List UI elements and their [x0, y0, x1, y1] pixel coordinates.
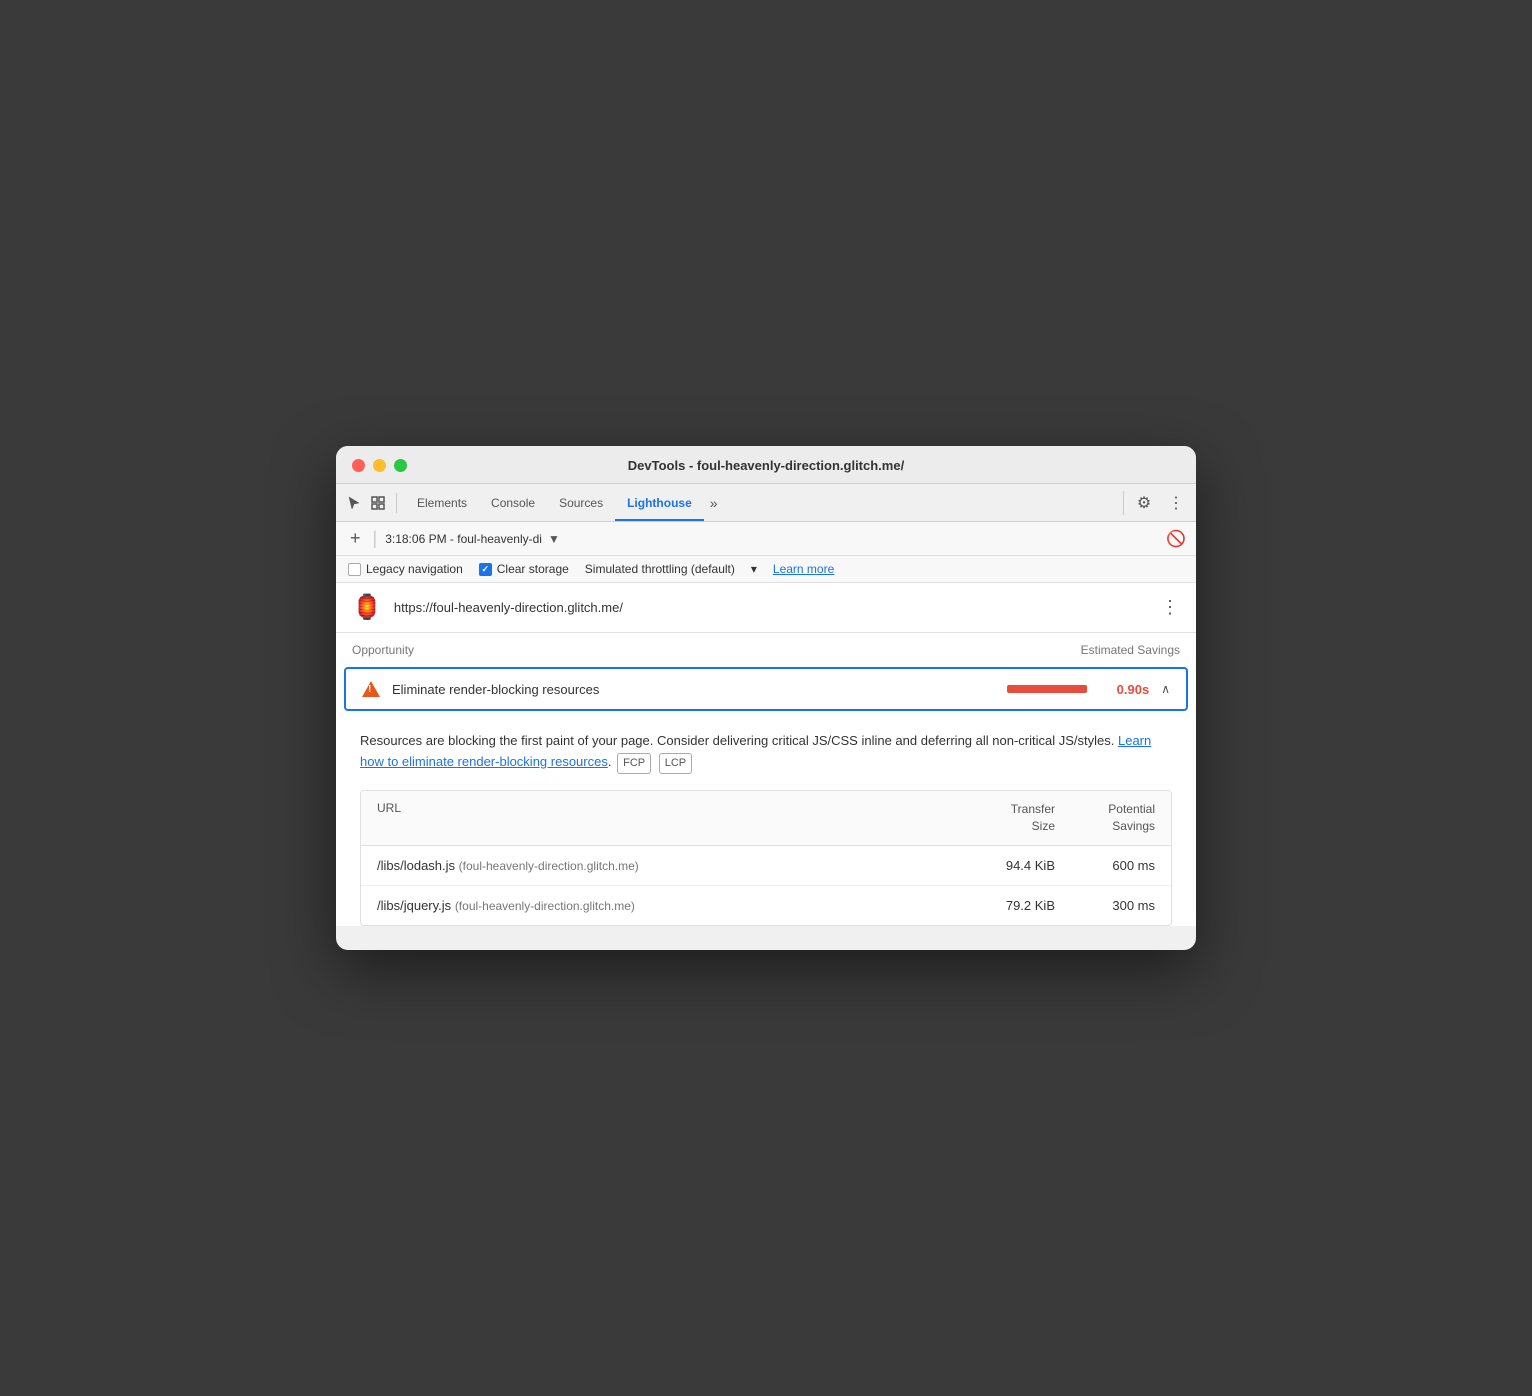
- tab-console[interactable]: Console: [479, 484, 547, 521]
- description-text-before: Resources are blocking the first paint o…: [360, 733, 1114, 748]
- no-entry-icon: 🚫: [1166, 529, 1186, 549]
- traffic-lights: [352, 459, 407, 472]
- url-bar: 3:18:06 PM - foul-heavenly-di ▼: [385, 532, 1158, 546]
- url-dropdown-button[interactable]: ▼: [548, 532, 560, 546]
- tab-more-button[interactable]: »: [704, 495, 724, 511]
- row1-url: /libs/lodash.js (foul-heavenly-direction…: [377, 858, 955, 873]
- row2-url: /libs/jquery.js (foul-heavenly-direction…: [377, 898, 955, 913]
- close-button[interactable]: [352, 459, 365, 472]
- secondary-toolbar: + | 3:18:06 PM - foul-heavenly-di ▼ 🚫: [336, 522, 1196, 556]
- fcp-tag: FCP: [617, 753, 651, 775]
- table-row: /libs/jquery.js (foul-heavenly-direction…: [361, 886, 1171, 925]
- throttling-dropdown[interactable]: ▾: [751, 562, 757, 576]
- expand-button[interactable]: ∧: [1161, 682, 1170, 696]
- clear-storage-item: Clear storage: [479, 562, 569, 576]
- minimize-button[interactable]: [373, 459, 386, 472]
- settings-icon[interactable]: ⚙: [1132, 491, 1156, 515]
- column-headers: Opportunity Estimated Savings: [336, 633, 1196, 667]
- tab-right-icons: ⚙ ⋮: [1123, 491, 1188, 515]
- tab-list: Elements Console Sources Lighthouse »: [405, 484, 1123, 521]
- tab-elements[interactable]: Elements: [405, 484, 479, 521]
- maximize-button[interactable]: [394, 459, 407, 472]
- tab-lighthouse[interactable]: Lighthouse: [615, 484, 704, 521]
- estimated-savings-header: Estimated Savings: [1081, 643, 1180, 657]
- cursor-icon[interactable]: [344, 493, 364, 513]
- row1-transfer: 94.4 KiB: [955, 858, 1055, 873]
- url-column-header: URL: [377, 801, 955, 835]
- row2-transfer: 79.2 KiB: [955, 898, 1055, 913]
- opportunity-card: Eliminate render-blocking resources 0.90…: [344, 667, 1188, 711]
- transfer-column-header: TransferSize: [955, 801, 1055, 835]
- url-display: 3:18:06 PM - foul-heavenly-di: [385, 532, 542, 546]
- resources-table: URL TransferSize PotentialSavings /libs/…: [360, 790, 1172, 926]
- more-icon[interactable]: ⋮: [1164, 491, 1188, 515]
- lighthouse-header: 🏮 https://foul-heavenly-direction.glitch…: [336, 583, 1196, 633]
- table-header: URL TransferSize PotentialSavings: [361, 791, 1171, 846]
- row1-potential: 600 ms: [1055, 858, 1155, 873]
- row2-potential: 300 ms: [1055, 898, 1155, 913]
- legacy-nav-checkbox[interactable]: [348, 563, 361, 576]
- lighthouse-url: https://foul-heavenly-direction.glitch.m…: [394, 600, 1149, 615]
- throttling-dropdown-icon: ▾: [751, 562, 757, 576]
- devtools-tabs: Elements Console Sources Lighthouse » ⚙ …: [336, 484, 1196, 522]
- clear-storage-checkbox[interactable]: [479, 563, 492, 576]
- clear-storage-label: Clear storage: [497, 562, 569, 576]
- legacy-nav-item: Legacy navigation: [348, 562, 463, 576]
- add-button[interactable]: +: [346, 528, 365, 549]
- learn-more-link[interactable]: Learn more: [773, 562, 834, 576]
- main-content: 🏮 https://foul-heavenly-direction.glitch…: [336, 583, 1196, 926]
- opportunity-title: Eliminate render-blocking resources: [392, 682, 995, 697]
- tab-sources[interactable]: Sources: [547, 484, 615, 521]
- devtools-window: DevTools - foul-heavenly-direction.glitc…: [336, 446, 1196, 950]
- throttling-label: Simulated throttling (default): [585, 562, 735, 576]
- lighthouse-menu-button[interactable]: ⋮: [1161, 597, 1180, 618]
- lcp-tag: LCP: [659, 753, 692, 775]
- table-row: /libs/lodash.js (foul-heavenly-direction…: [361, 846, 1171, 886]
- opportunity-header-row: Eliminate render-blocking resources 0.90…: [346, 669, 1186, 709]
- options-bar: Legacy navigation Clear storage Simulate…: [336, 556, 1196, 583]
- description-block: Resources are blocking the first paint o…: [336, 719, 1196, 790]
- divider: |: [373, 528, 378, 549]
- window-title: DevTools - foul-heavenly-direction.glitc…: [628, 458, 904, 473]
- inspect-icon[interactable]: [368, 493, 388, 513]
- opportunity-header: Opportunity: [352, 643, 1081, 657]
- title-bar: DevTools - foul-heavenly-direction.glitc…: [336, 446, 1196, 484]
- potential-column-header: PotentialSavings: [1055, 801, 1155, 835]
- tab-icons: [344, 493, 397, 513]
- legacy-nav-label: Legacy navigation: [366, 562, 463, 576]
- savings-bar: [1007, 685, 1087, 693]
- warning-icon: [362, 681, 380, 697]
- savings-time: 0.90s: [1099, 682, 1149, 697]
- lighthouse-logo-icon: 🏮: [352, 593, 382, 622]
